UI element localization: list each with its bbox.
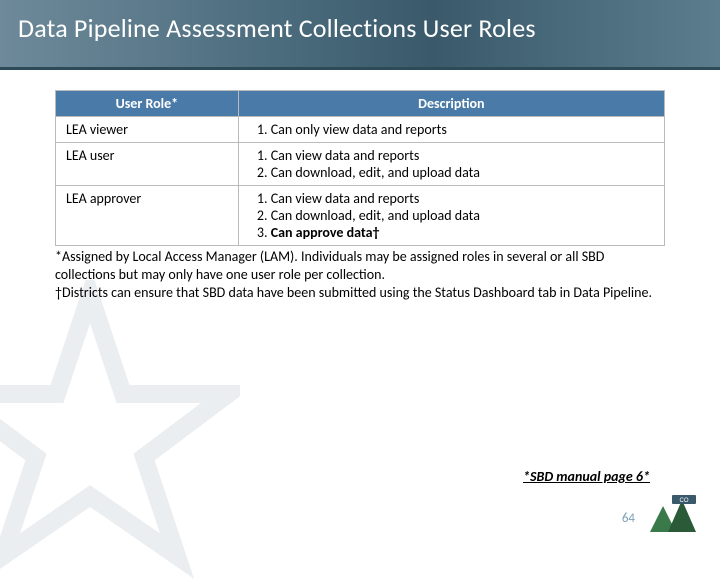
desc-cell: Can view data and reports Can download, … [238,186,664,246]
footnotes: *Assigned by Local Access Manager (LAM).… [0,246,720,303]
desc-item: Can view data and reports [271,190,654,207]
col-header-role: User Role* [56,91,239,117]
table-row: LEA user Can view data and reports Can d… [56,143,665,186]
manual-reference-link[interactable]: *SBD manual page 6* [523,468,650,485]
table-row: LEA approver Can view data and reports C… [56,186,665,246]
desc-item: Can view data and reports [271,147,654,164]
footnote-dagger: †Districts can ensure that SBD data have… [55,284,665,302]
col-header-desc: Description [238,91,664,117]
desc-item: Can approve data† [271,224,654,241]
page-number: 64 [622,511,635,526]
table-row: LEA viewer Can only view data and report… [56,117,665,143]
role-cell: LEA viewer [56,117,239,143]
star-background-graphic [0,280,240,580]
role-cell: LEA user [56,143,239,186]
desc-item: Can only view data and reports [271,121,654,138]
desc-cell: Can view data and reports Can download, … [238,143,664,186]
footnote-asterisk: *Assigned by Local Access Manager (LAM).… [55,248,665,284]
svg-text:CO: CO [680,498,689,504]
title-band: Data Pipeline Assessment Collections Use… [0,0,720,70]
desc-cell: Can only view data and reports [238,117,664,143]
role-cell: LEA approver [56,186,239,246]
page-title: Data Pipeline Assessment Collections Use… [18,12,702,44]
co-logo-icon: CO [650,492,702,532]
desc-item: Can download, edit, and upload data [271,164,654,181]
roles-table: User Role* Description LEA viewer Can on… [55,90,665,246]
desc-item: Can download, edit, and upload data [271,207,654,224]
content-area: User Role* Description LEA viewer Can on… [0,70,720,246]
